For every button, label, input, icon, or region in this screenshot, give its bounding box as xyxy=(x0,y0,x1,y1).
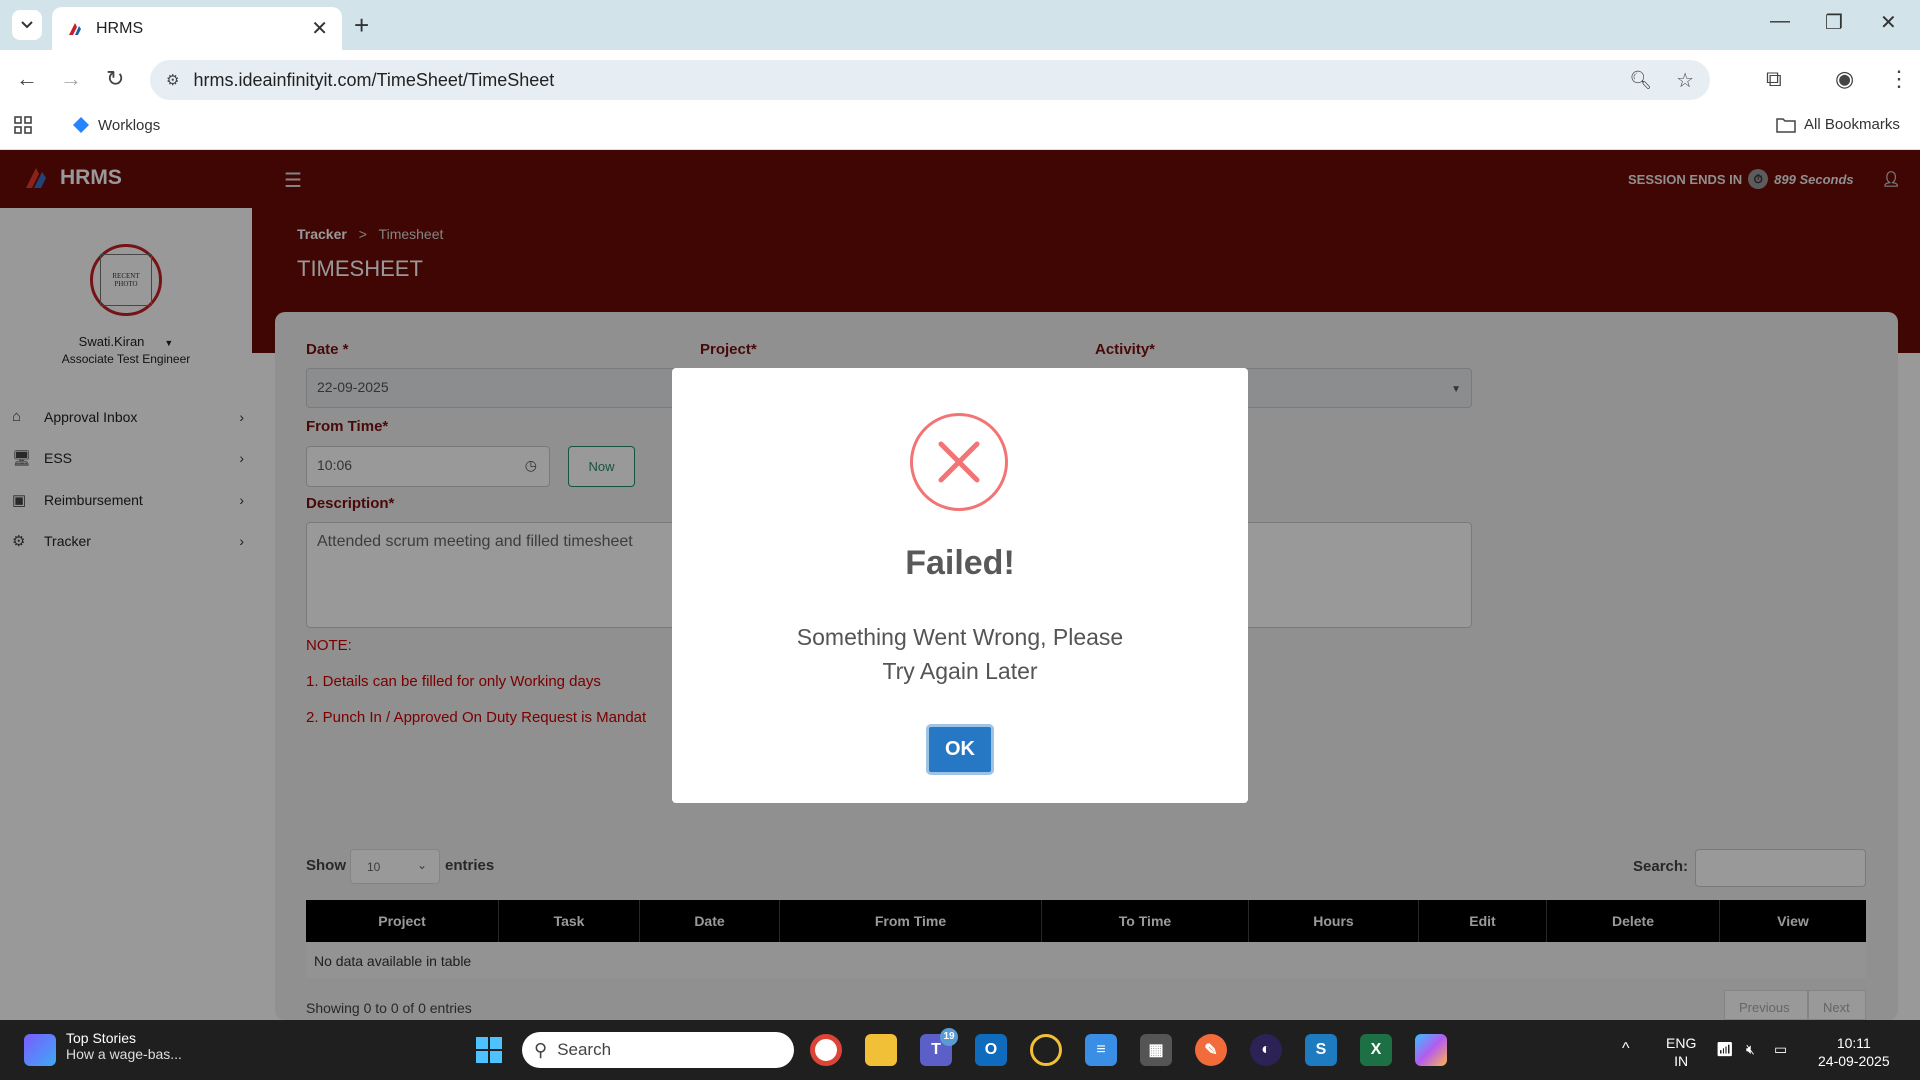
calculator-icon[interactable]: ▦ xyxy=(1140,1034,1172,1066)
windows-start-icon[interactable] xyxy=(473,1034,505,1066)
all-bookmarks-label: All Bookmarks xyxy=(1804,116,1900,133)
s-app-icon[interactable]: S xyxy=(1305,1034,1337,1066)
time-text: 10:11 xyxy=(1836,1035,1871,1051)
excel-icon[interactable]: X xyxy=(1360,1034,1392,1066)
zoom-icon[interactable]: 🔍︎ xyxy=(1629,70,1652,91)
dialog-title: Failed! xyxy=(905,544,1015,582)
tab-title: HRMS xyxy=(96,19,144,37)
outlook-icon[interactable]: O xyxy=(975,1034,1007,1066)
restore-icon[interactable]: ❐ xyxy=(1825,10,1843,35)
teams-icon[interactable]: T 19 xyxy=(920,1028,958,1066)
postman-icon[interactable]: ✎ xyxy=(1195,1034,1227,1066)
jira-diamond-icon xyxy=(73,117,89,133)
profile-icon[interactable]: ◉ xyxy=(1835,66,1854,92)
bookmark-star-icon[interactable]: ☆ xyxy=(1676,68,1694,93)
error-dialog: Failed! Something Went Wrong, Please Try… xyxy=(672,368,1248,803)
news-widget[interactable]: Top Stories How a wage-bas... xyxy=(24,1030,182,1066)
taskbar-search-label: Search xyxy=(557,1040,612,1059)
taskbar-search[interactable]: ⚲ Search xyxy=(522,1032,794,1068)
norton-icon[interactable] xyxy=(1030,1034,1062,1066)
chrome-icon[interactable] xyxy=(810,1034,842,1066)
browser-tab[interactable]: HRMS ✕ xyxy=(52,7,342,50)
dialog-message-line1: Something Went Wrong, Please xyxy=(796,624,1124,650)
tray-chevron-icon[interactable]: ^ xyxy=(1622,1040,1630,1058)
url-text[interactable]: hrms.ideainfinityit.com/TimeSheet/TimeSh… xyxy=(193,70,1629,91)
copilot-icon[interactable] xyxy=(1415,1034,1447,1066)
tab-search-dropdown-icon[interactable] xyxy=(12,10,42,40)
site-info-icon[interactable]: ⚙ xyxy=(166,71,179,89)
error-x-icon xyxy=(910,413,1008,511)
clock[interactable]: 10:11 24-09-2025 xyxy=(1818,1034,1890,1070)
language-indicator[interactable]: ENG IN xyxy=(1666,1034,1696,1070)
volume-muted-icon[interactable]: 🔇︎ xyxy=(1746,1040,1755,1058)
apps-grid-icon[interactable] xyxy=(14,116,32,134)
news-subtitle: How a wage-bas... xyxy=(66,1046,182,1062)
folder-icon xyxy=(1776,117,1796,133)
omnibox[interactable]: ⚙ hrms.ideainfinityit.com/TimeSheet/Time… xyxy=(150,60,1710,100)
extensions-icon[interactable]: ⧉ xyxy=(1766,66,1782,92)
windows-taskbar xyxy=(0,1020,1920,1080)
bookmarks-bar xyxy=(0,108,1920,150)
ok-button[interactable]: OK xyxy=(926,724,994,775)
lang-text: ENG xyxy=(1666,1035,1697,1051)
new-tab-icon[interactable]: + xyxy=(354,10,369,41)
tab-close-icon[interactable]: ✕ xyxy=(311,16,328,41)
file-explorer-icon[interactable] xyxy=(865,1034,897,1066)
reload-icon[interactable]: ↻ xyxy=(106,66,124,92)
dialog-message: Something Went Wrong, Please Try Again L… xyxy=(762,620,1158,688)
search-icon: ⚲ xyxy=(534,1039,548,1060)
wifi-icon[interactable]: 📶︎ xyxy=(1716,1040,1734,1058)
news-title: Top Stories xyxy=(66,1030,137,1046)
all-bookmarks-button[interactable]: All Bookmarks xyxy=(1776,116,1900,133)
menu-kebab-icon[interactable]: ⋮ xyxy=(1888,66,1910,92)
bookmark-label: Worklogs xyxy=(98,116,161,134)
eclipse-icon[interactable]: ◐ xyxy=(1250,1034,1282,1066)
bookmark-worklogs[interactable]: Worklogs xyxy=(72,116,160,134)
battery-icon[interactable]: ▭ xyxy=(1774,1040,1787,1058)
region-text: IN xyxy=(1674,1053,1689,1069)
back-icon[interactable]: ← xyxy=(16,66,38,92)
teams-badge: 19 xyxy=(940,1028,958,1046)
notepad-icon[interactable]: ≡ xyxy=(1085,1034,1117,1066)
hrms-favicon-icon xyxy=(69,22,81,35)
window-close-icon[interactable]: ✕ xyxy=(1880,10,1897,35)
news-icon xyxy=(24,1034,56,1066)
date-text: 24-09-2025 xyxy=(1818,1053,1890,1069)
forward-icon[interactable]: → xyxy=(60,66,82,92)
dialog-message-line2: Try Again Later xyxy=(882,658,1038,684)
minimize-icon[interactable]: — xyxy=(1770,10,1790,33)
